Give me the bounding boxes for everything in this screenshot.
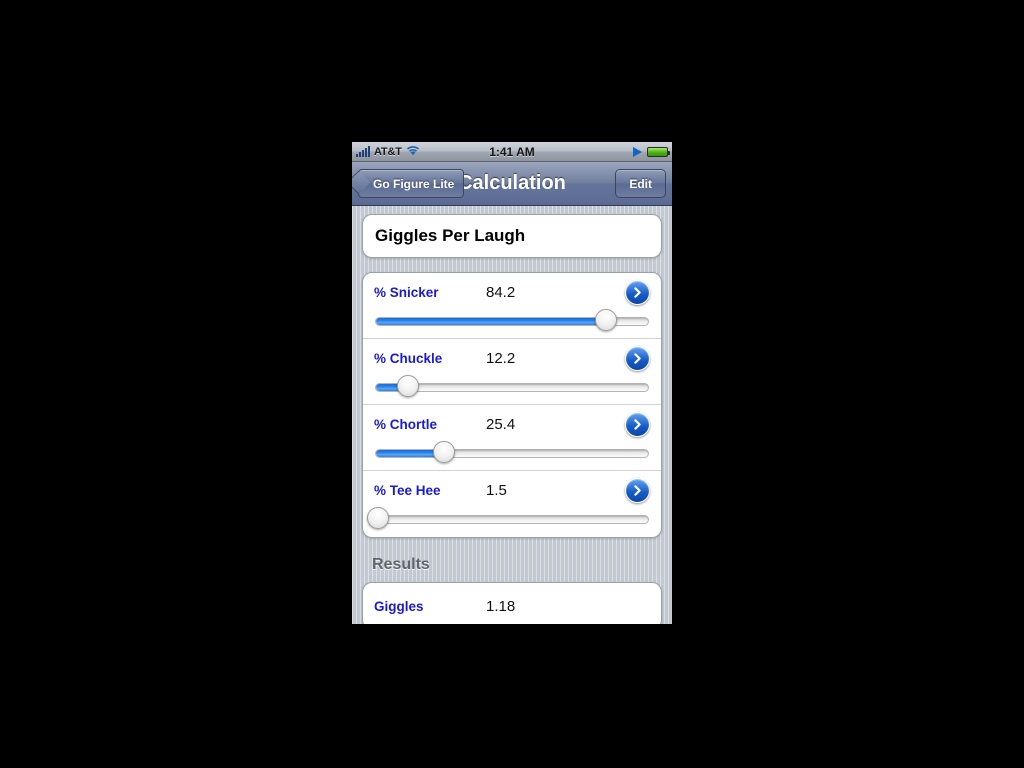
input-row: % Snicker 84.2 — [363, 273, 661, 339]
input-row: % Tee Hee 1.5 — [363, 471, 661, 537]
back-button[interactable]: Go Figure Lite — [358, 169, 465, 198]
slider-thumb[interactable] — [595, 309, 618, 331]
content-area: Giggles Per Laugh % Snicker 84.2 % Chuckle… — [352, 206, 672, 624]
input-label: % Snicker — [374, 284, 439, 300]
slider-thumb[interactable] — [367, 507, 390, 529]
input-value: 12.2 — [486, 349, 516, 367]
slider-fill — [376, 318, 606, 325]
disclosure-button[interactable] — [625, 345, 650, 371]
slider-thumb[interactable] — [433, 441, 456, 463]
disclosure-button[interactable] — [625, 411, 650, 437]
input-value: 25.4 — [486, 415, 516, 433]
slider-track — [375, 449, 649, 458]
inputs-group: % Snicker 84.2 % Chuckle 12.2 % Chortle 25.4%… — [362, 272, 662, 538]
input-row: % Chortle 25.4 — [363, 405, 661, 471]
input-row: % Chuckle 12.2 — [363, 339, 661, 405]
carrier-label: AT&T — [374, 145, 402, 158]
input-value: 1.5 — [486, 481, 507, 499]
slider-track — [375, 515, 649, 524]
signal-bars-icon — [356, 146, 370, 157]
slider-thumb[interactable] — [396, 375, 419, 397]
result-row: Giggles 1.18 — [363, 583, 661, 624]
percent-slider[interactable] — [367, 507, 650, 529]
calculation-title[interactable]: Giggles Per Laugh — [363, 215, 661, 257]
result-value: 1.18 — [486, 597, 516, 615]
percent-slider[interactable] — [374, 375, 650, 397]
chevron-right-icon — [634, 286, 641, 298]
results-group: Giggles 1.18 — [362, 582, 662, 624]
results-section-header: Results — [372, 556, 430, 573]
wifi-icon — [406, 143, 420, 161]
back-button-label: Go Figure Lite — [373, 176, 455, 191]
result-label: Giggles — [374, 598, 424, 614]
input-row-top: % Snicker 84.2 — [374, 273, 650, 311]
disclosure-button[interactable] — [625, 279, 650, 305]
input-value: 84.2 — [486, 283, 516, 301]
calculation-title-group: Giggles Per Laugh — [362, 214, 662, 258]
chevron-right-icon — [634, 418, 641, 430]
iphone-screen: AT&T 1:41 AM Go Figure Lite Calculation … — [352, 142, 672, 624]
input-label: % Tee Hee — [374, 482, 441, 498]
status-bar-right — [633, 146, 670, 157]
play-icon — [633, 146, 642, 157]
input-row-top: % Chortle 25.4 — [374, 405, 650, 443]
battery-icon — [647, 146, 670, 157]
input-label: % Chuckle — [374, 350, 443, 366]
edit-button-label: Edit — [629, 176, 652, 191]
status-bar: AT&T 1:41 AM — [352, 142, 672, 162]
percent-slider[interactable] — [374, 441, 650, 463]
input-row-top: % Tee Hee 1.5 — [374, 471, 650, 509]
input-label: % Chortle — [374, 416, 438, 432]
percent-slider[interactable] — [374, 309, 650, 331]
edit-button[interactable]: Edit — [615, 169, 666, 198]
navigation-bar: Go Figure Lite Calculation Edit — [352, 162, 672, 206]
disclosure-button[interactable] — [625, 477, 650, 503]
status-bar-left: AT&T — [356, 143, 420, 161]
chevron-right-icon — [634, 484, 641, 496]
chevron-right-icon — [634, 352, 641, 364]
input-row-top: % Chuckle 12.2 — [374, 339, 650, 377]
